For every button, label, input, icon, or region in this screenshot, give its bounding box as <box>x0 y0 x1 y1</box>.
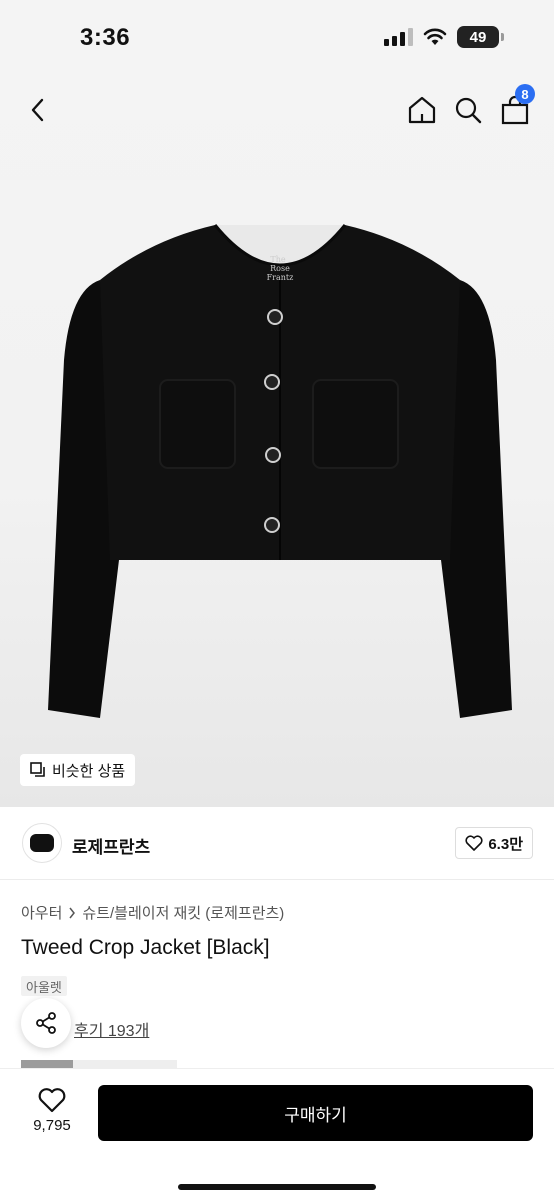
home-button[interactable] <box>404 92 440 128</box>
wifi-icon <box>423 28 447 45</box>
review-link[interactable]: 후기 193개 <box>74 1017 149 1041</box>
wishlist-count: 9,795 <box>33 1117 71 1134</box>
signal-icon <box>384 28 413 46</box>
chevron-right-icon <box>69 907 76 918</box>
wishlist-button[interactable]: 9,795 <box>22 1087 82 1157</box>
chevron-left-icon <box>31 98 44 122</box>
brand-like-button[interactable]: 6.3만 <box>455 827 533 859</box>
product-image[interactable]: The Rose Frantz <box>40 210 520 740</box>
share-button[interactable] <box>21 998 71 1048</box>
breadcrumb: 아우터 슈트/블레이저 재킷 (로제프란츠) <box>21 902 284 923</box>
status-bar: 3:36 49 <box>0 0 554 76</box>
search-button[interactable] <box>450 92 486 128</box>
similar-icon <box>30 762 45 777</box>
home-indicator <box>178 1184 376 1190</box>
search-icon <box>455 97 482 124</box>
similar-products-button[interactable]: 비슷한 상품 <box>20 754 136 786</box>
bottom-bar: 9,795 구매하기 <box>0 1068 554 1200</box>
battery-level: 49 <box>469 28 487 46</box>
home-icon <box>408 96 436 124</box>
product-title: Tweed Crop Jacket [Black] <box>21 936 270 959</box>
cart-button[interactable]: 8 <box>497 84 535 128</box>
brand-like-count: 6.3만 <box>488 835 523 853</box>
breadcrumb-item-1[interactable]: 아우터 <box>21 902 62 923</box>
buy-button[interactable]: 구매하기 <box>98 1085 533 1141</box>
breadcrumb-item-2[interactable]: 슈트/블레이저 재킷 (로제프란츠) <box>82 902 284 923</box>
brand-logo-mark <box>30 834 54 852</box>
brand-row: 로제프란츠 6.3만 <box>0 808 554 880</box>
brand-logo[interactable] <box>22 823 62 863</box>
heart-icon <box>465 835 483 851</box>
tab-indicator <box>21 1060 73 1068</box>
back-button[interactable] <box>20 92 56 128</box>
similar-label: 비슷한 상품 <box>52 762 126 780</box>
top-nav: 8 <box>0 80 554 140</box>
battery-icon: 49 <box>457 26 499 48</box>
status-icons: 49 <box>384 26 504 48</box>
tab-track <box>73 1060 177 1068</box>
svg-text:The: The <box>270 255 285 264</box>
status-time: 3:36 <box>80 24 131 51</box>
outlet-badge: 아울렛 <box>21 976 67 996</box>
cart-badge: 8 <box>515 84 535 104</box>
battery-tip <box>501 33 504 41</box>
share-icon <box>36 1012 56 1034</box>
heart-icon <box>38 1088 66 1113</box>
svg-text:Rose: Rose <box>270 264 290 273</box>
brand-name[interactable]: 로제프란츠 <box>72 833 150 858</box>
